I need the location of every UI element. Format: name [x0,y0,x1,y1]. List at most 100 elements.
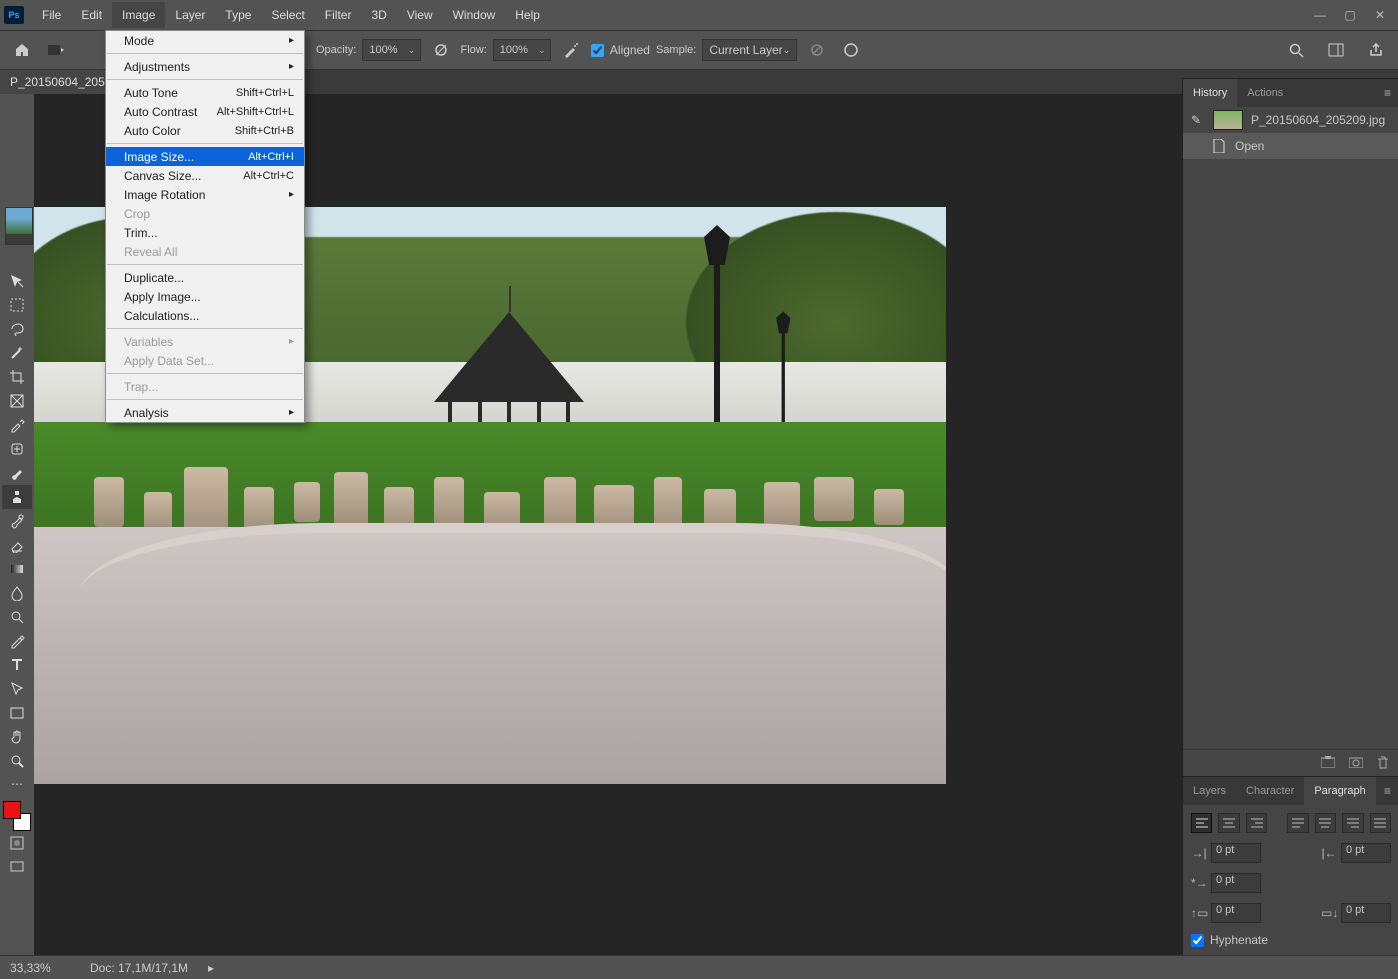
zoom-level[interactable]: 33,33% [10,961,70,975]
tool-history-brush[interactable] [2,509,32,533]
tool-rectangle[interactable] [2,701,32,725]
sample-dropdown[interactable]: Current Layer⌄ [702,39,797,61]
menu-item-analysis[interactable]: Analysis▸ [106,403,304,422]
doc-size[interactable]: Doc: 17,1M/17,1M [90,961,188,975]
tool-eyedropper[interactable] [2,413,32,437]
history-thumbnail [1213,110,1243,130]
close-button[interactable]: ✕ [1366,5,1394,25]
workspace-icon[interactable] [1322,36,1350,64]
screen-mode-button[interactable] [2,855,32,879]
flow-field[interactable]: 100% ⌄ [493,39,551,61]
align-right-button[interactable] [1246,813,1267,833]
ignore-adjustment-icon[interactable] [803,36,831,64]
aligned-checkbox[interactable]: Aligned [591,43,650,57]
menu-item-duplicate[interactable]: Duplicate... [106,268,304,287]
menu-select[interactable]: Select [261,2,314,28]
airbrush-icon[interactable] [557,36,585,64]
menu-item-auto-tone[interactable]: Auto ToneShift+Ctrl+L [106,83,304,102]
tool-path-select[interactable] [2,677,32,701]
menu-file[interactable]: File [32,2,71,28]
paragraph-panel: Layers Character Paragraph ≡ →|0 pt [1183,776,1398,955]
space-before-field[interactable]: ↑▭0 pt [1191,903,1261,923]
justify-last-center-button[interactable] [1315,813,1336,833]
foreground-color[interactable] [3,801,21,819]
menu-filter[interactable]: Filter [315,2,362,28]
panel-thumbnail[interactable] [5,207,33,245]
menu-item-calculations[interactable]: Calculations... [106,306,304,325]
tab-character[interactable]: Character [1236,777,1304,805]
tool-lasso[interactable] [2,317,32,341]
menu-layer[interactable]: Layer [165,2,215,28]
justify-last-left-button[interactable] [1287,813,1308,833]
share-icon[interactable] [1362,36,1390,64]
tool-brush[interactable] [2,461,32,485]
history-step[interactable]: Open [1183,133,1398,159]
menu-help[interactable]: Help [505,2,550,28]
panel-menu-icon[interactable]: ≡ [1376,784,1398,798]
menu-window[interactable]: Window [443,2,506,28]
maximize-button[interactable]: ▢ [1336,5,1364,25]
brush-state-icon: ✎ [1191,113,1205,127]
color-swatches[interactable] [3,801,31,831]
tab-paragraph[interactable]: Paragraph [1304,777,1375,805]
tab-layers[interactable]: Layers [1183,777,1236,805]
tool-move[interactable] [2,269,32,293]
align-center-button[interactable] [1218,813,1239,833]
menu-3d[interactable]: 3D [361,2,396,28]
indent-right-field[interactable]: |←0 pt [1321,843,1391,863]
hyphenate-checkbox[interactable]: Hyphenate [1191,933,1391,947]
tool-gradient[interactable] [2,557,32,581]
menu-item-image-size[interactable]: Image Size...Alt+Ctrl+I [106,147,304,166]
justify-last-right-button[interactable] [1342,813,1363,833]
first-line-indent-field[interactable]: *→0 pt [1191,873,1261,893]
edit-toolbar-button[interactable]: ⋯ [11,777,23,791]
tool-clone[interactable] [2,485,32,509]
tool-eraser[interactable] [2,533,32,557]
menu-item-apply-image[interactable]: Apply Image... [106,287,304,306]
new-snapshot-icon[interactable] [1321,756,1335,770]
menu-item-reveal-all: Reveal All [106,242,304,261]
justify-all-button[interactable] [1370,813,1391,833]
menu-view[interactable]: View [397,2,443,28]
menu-item-mode[interactable]: Mode▸ [106,31,304,50]
panel-menu-icon[interactable]: ≡ [1376,86,1398,100]
tool-hand[interactable] [2,725,32,749]
tool-dodge[interactable] [2,605,32,629]
pressure-size-icon[interactable] [837,36,865,64]
menu-item-auto-color[interactable]: Auto ColorShift+Ctrl+B [106,121,304,140]
search-icon[interactable] [1282,36,1310,64]
tool-crop[interactable] [2,365,32,389]
align-left-button[interactable] [1191,813,1212,833]
tool-pen[interactable] [2,629,32,653]
opacity-pressure-icon[interactable] [427,36,455,64]
doc-info-chevron[interactable]: ▸ [208,961,214,975]
camera-icon[interactable] [1349,756,1363,770]
tool-heal[interactable] [2,437,32,461]
menu-item-image-rotation[interactable]: Image Rotation▸ [106,185,304,204]
tool-zoom[interactable] [2,749,32,773]
menu-item-trim[interactable]: Trim... [106,223,304,242]
menu-item-auto-contrast[interactable]: Auto ContrastAlt+Shift+Ctrl+L [106,102,304,121]
trash-icon[interactable] [1377,756,1389,770]
tab-actions[interactable]: Actions [1237,79,1293,107]
menu-image[interactable]: Image [112,2,165,28]
menu-item-crop: Crop [106,204,304,223]
tool-frame[interactable] [2,389,32,413]
indent-left-field[interactable]: →|0 pt [1191,843,1261,863]
tool-preset-icon[interactable] [42,36,70,64]
tool-blur[interactable] [2,581,32,605]
space-after-field[interactable]: ▭↓0 pt [1321,903,1391,923]
menu-edit[interactable]: Edit [71,2,112,28]
tool-marquee[interactable] [2,293,32,317]
tool-type[interactable] [2,653,32,677]
menu-item-canvas-size[interactable]: Canvas Size...Alt+Ctrl+C [106,166,304,185]
tool-wand[interactable] [2,341,32,365]
history-source-row[interactable]: ✎ P_20150604_205209.jpg [1183,107,1398,133]
menu-type[interactable]: Type [215,2,261,28]
menu-item-adjustments[interactable]: Adjustments▸ [106,57,304,76]
home-icon[interactable] [8,36,36,64]
minimize-button[interactable]: — [1306,5,1334,25]
quick-mask-button[interactable] [2,831,32,855]
tab-history[interactable]: History [1183,79,1237,107]
opacity-field[interactable]: 100% ⌄ [362,39,420,61]
